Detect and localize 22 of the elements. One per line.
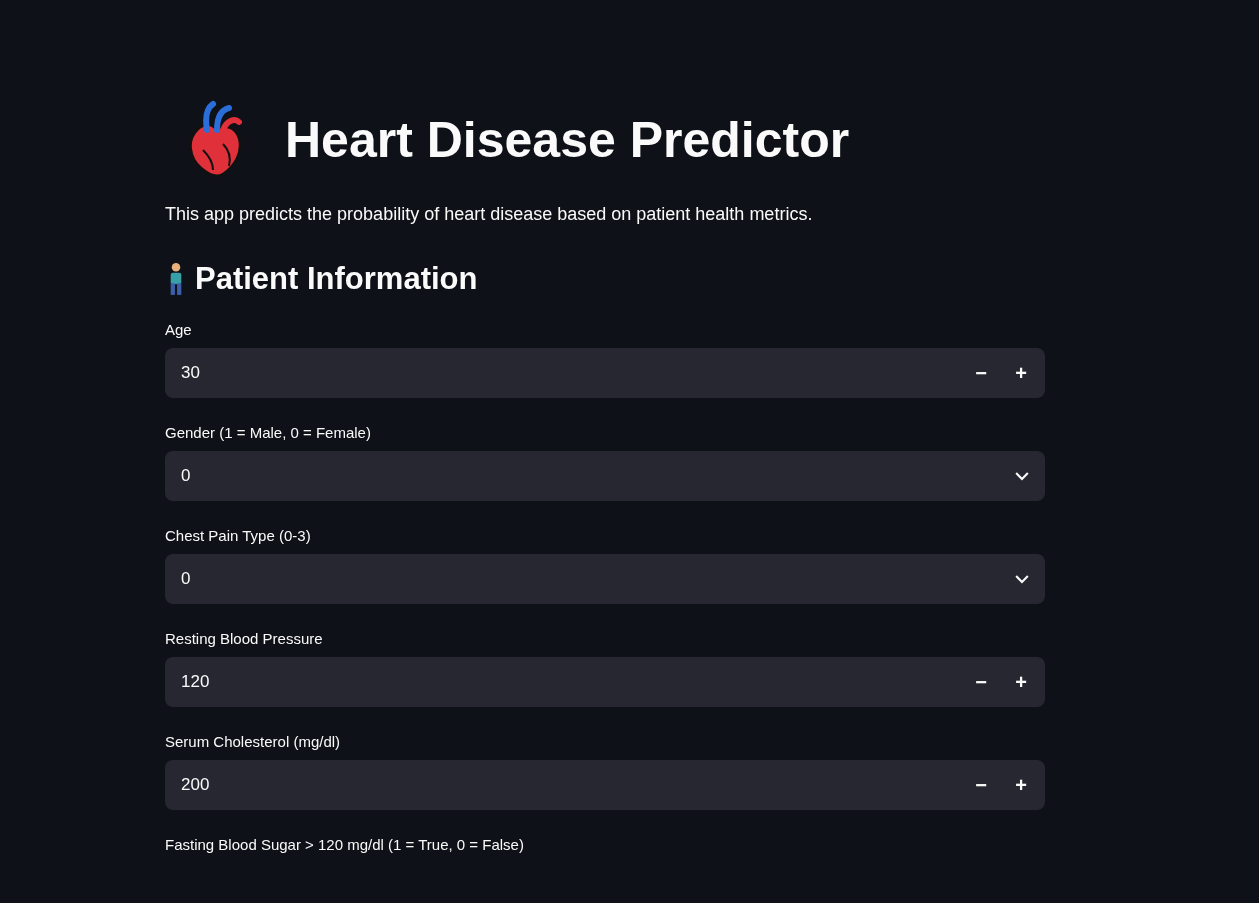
number-input[interactable]: 200 − + xyxy=(165,760,1045,810)
number-input[interactable]: 120 − + xyxy=(165,657,1045,707)
decrement-button[interactable]: − xyxy=(961,353,1001,393)
decrement-button[interactable]: − xyxy=(961,765,1001,805)
field-label: Gender (1 = Male, 0 = Female) xyxy=(165,424,372,441)
select-dropdown[interactable]: 0 xyxy=(165,451,1045,501)
field-label: Fasting Blood Sugar > 120 mg/dl (1 = True, 0 = False) xyxy=(165,836,525,853)
number-input[interactable]: 30 − + xyxy=(165,348,1045,398)
select-dropdown[interactable]: 0 xyxy=(165,554,1045,604)
field-label: Resting Blood Pressure xyxy=(165,630,324,647)
chevron-down-icon xyxy=(1015,574,1029,584)
app-title: Heart Disease Predictor xyxy=(285,111,850,169)
chevron-down-icon xyxy=(1015,471,1029,481)
increment-button[interactable]: + xyxy=(1001,353,1041,393)
section-heading: Patient Information xyxy=(195,261,478,297)
increment-button[interactable]: + xyxy=(1001,765,1041,805)
field-label: Age xyxy=(165,321,193,338)
increment-button[interactable]: + xyxy=(1001,662,1041,702)
field-label: Serum Cholesterol (mg/dl) xyxy=(165,733,342,750)
field-label: Chest Pain Type (0-3) xyxy=(165,527,312,544)
app-description: This app predicts the probability of heart disease based on patient health metrics. xyxy=(165,204,814,225)
decrement-button[interactable]: − xyxy=(961,662,1001,702)
